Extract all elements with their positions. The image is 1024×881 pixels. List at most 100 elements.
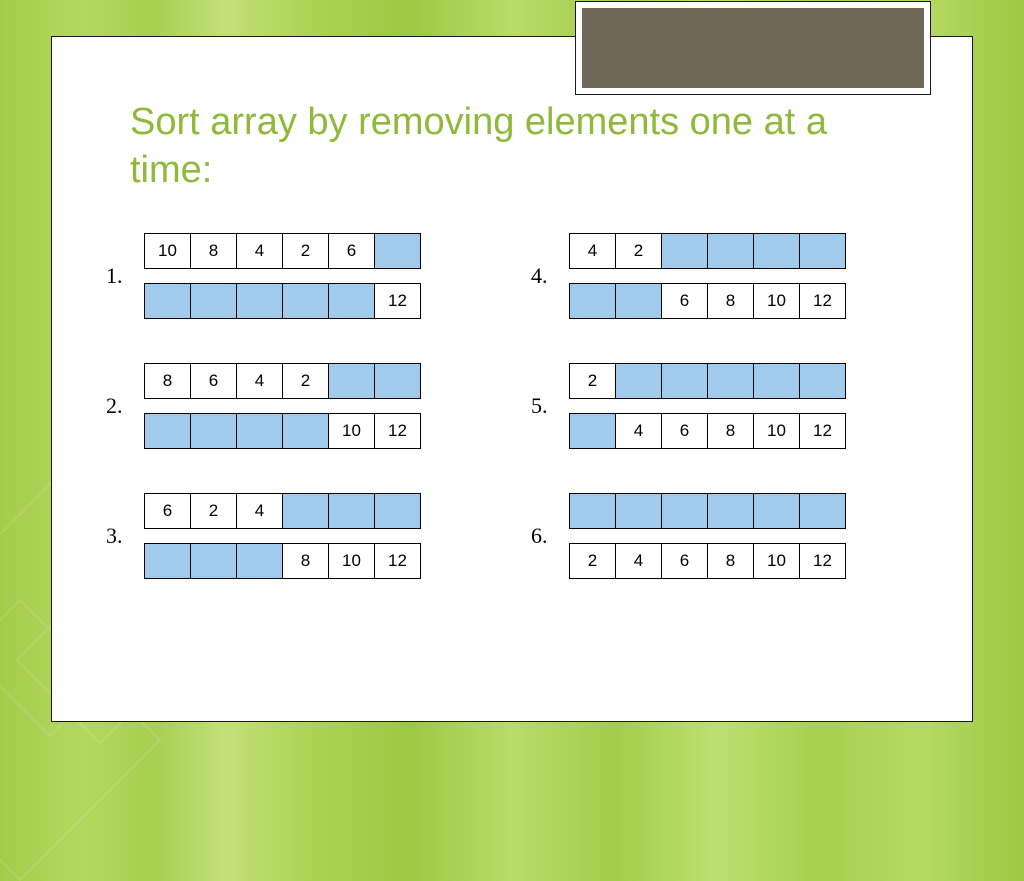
array-cell [282,413,329,449]
array-cell [707,493,754,529]
array-cell: 2 [569,363,616,399]
array-cell: 10 [753,543,800,579]
array-cell [144,283,191,319]
result-array: 81012 [144,543,421,579]
array-cell: 6 [661,413,708,449]
array-cell [799,363,846,399]
array-cell: 8 [707,543,754,579]
array-cell: 8 [144,363,191,399]
array-cell: 8 [707,283,754,319]
array-cell: 6 [661,283,708,319]
array-cell: 4 [569,233,616,269]
sort-step: 5.24681012 [531,363,846,449]
step-number: 1. [106,263,128,289]
array-cell [190,283,237,319]
array-cell: 8 [282,543,329,579]
array-cell [328,363,375,399]
array-cell [374,493,421,529]
array-cell [374,363,421,399]
array-cell [144,543,191,579]
array-cell [707,233,754,269]
array-cell [661,363,708,399]
array-cell: 2 [282,233,329,269]
array-cell [661,493,708,529]
array-cell [569,283,616,319]
array-cell: 12 [374,413,421,449]
array-cell: 2 [615,233,662,269]
step-arrays: 8642 1012 [144,363,421,449]
result-array: 681012 [569,283,846,319]
array-cell [282,283,329,319]
array-cell [615,283,662,319]
array-cell [190,543,237,579]
array-cell [615,493,662,529]
source-array [569,493,846,529]
array-cell [144,413,191,449]
array-cell [661,233,708,269]
sort-step: 3. 624 81012 [106,493,421,579]
steps-column-left: 1.108426122.864210123.62481012 [106,233,421,579]
array-cell: 8 [190,233,237,269]
array-cell: 12 [799,413,846,449]
array-cell: 10 [753,283,800,319]
array-cell [328,493,375,529]
source-array: 108426 [144,233,421,269]
sort-step: 4. 42 681012 [531,233,846,319]
array-cell [707,363,754,399]
array-cell [569,493,616,529]
array-cell: 4 [615,413,662,449]
step-number: 3. [106,523,128,549]
result-array: 12 [144,283,421,319]
step-number: 4. [531,263,553,289]
step-arrays: 2 4681012 [569,363,846,449]
array-cell: 6 [328,233,375,269]
array-cell: 12 [374,543,421,579]
step-arrays: 108426 12 [144,233,421,319]
source-array: 42 [569,233,846,269]
array-cell [753,363,800,399]
array-cell: 4 [615,543,662,579]
array-cell [328,283,375,319]
steps-column-right: 4.426810125.246810126.24681012 [531,233,846,579]
array-cell [190,413,237,449]
array-cell [615,363,662,399]
array-cell [799,233,846,269]
array-cell [799,493,846,529]
array-cell: 6 [661,543,708,579]
array-cell: 10 [753,413,800,449]
source-array: 2 [569,363,846,399]
source-array: 624 [144,493,421,529]
step-number: 6. [531,523,553,549]
array-cell [236,413,283,449]
step-number: 2. [106,393,128,419]
content-area: 1.108426122.864210123.62481012 4.4268101… [106,233,926,579]
array-cell: 4 [236,493,283,529]
slide-title: Sort array by removing elements one at a… [130,99,890,194]
source-array: 8642 [144,363,421,399]
array-cell [753,233,800,269]
result-array: 4681012 [569,413,846,449]
slide-frame: Sort array by removing elements one at a… [51,36,973,722]
array-cell: 12 [374,283,421,319]
array-cell: 10 [328,413,375,449]
step-arrays: 24681012 [569,493,846,579]
sort-step: 2. 8642 1012 [106,363,421,449]
step-arrays: 42 681012 [569,233,846,319]
array-cell: 4 [236,233,283,269]
step-arrays: 624 81012 [144,493,421,579]
array-cell: 4 [236,363,283,399]
result-array: 24681012 [569,543,846,579]
array-cell [753,493,800,529]
array-cell: 12 [799,543,846,579]
array-cell [569,413,616,449]
sort-step: 1. 108426 12 [106,233,421,319]
array-cell: 2 [282,363,329,399]
corner-accent-box [575,1,931,95]
array-cell: 2 [190,493,237,529]
array-cell [374,233,421,269]
array-cell: 12 [799,283,846,319]
array-cell: 6 [144,493,191,529]
array-cell [236,283,283,319]
array-cell: 8 [707,413,754,449]
array-cell [236,543,283,579]
